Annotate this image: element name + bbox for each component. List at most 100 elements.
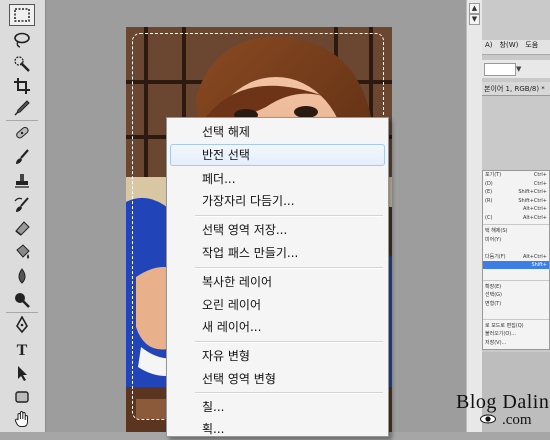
lasso-tool[interactable] — [9, 29, 35, 51]
right-menu-shortcut: Alt+Ctrl+ — [522, 214, 547, 221]
right-menu-item[interactable]: Shift+ — [483, 261, 549, 269]
context-menu-item[interactable]: 자유 변형 — [170, 345, 385, 367]
arrow-pointer-icon — [18, 366, 27, 381]
right-menu-separator — [483, 224, 549, 225]
tools-panel: T — [0, 0, 46, 432]
toolbar-separator — [6, 312, 38, 313]
eraser-icon — [15, 221, 30, 236]
blur-tool[interactable] — [9, 265, 35, 287]
path-selection-tool[interactable] — [9, 362, 35, 384]
right-menu-separator — [483, 318, 549, 320]
stamp-icon — [15, 174, 29, 188]
right-menu-label: 확장(E) — [485, 283, 502, 290]
right-menu-item[interactable]: Shift+Ctrl+ (R) — [483, 197, 549, 206]
scroll-up-icon[interactable]: ▲ — [469, 3, 480, 14]
right-menu-item[interactable]: 저장(V)... — [483, 339, 549, 348]
right-menubar: A) 창(W) 도움 — [482, 40, 550, 55]
right-menu-item[interactable]: Alt+Ctrl+ (C) — [483, 214, 549, 223]
right-menu-label: (D) — [485, 180, 493, 187]
context-menu-item[interactable]: 작업 패스 만들기... — [170, 242, 385, 264]
right-menu-item[interactable]: 변형(T) — [483, 300, 549, 309]
eye-logo-icon — [480, 414, 496, 424]
right-menu-item[interactable] — [483, 244, 549, 253]
context-menu-item[interactable]: 획... — [170, 418, 385, 440]
rectangular-marquee-tool[interactable] — [9, 4, 35, 26]
right-menu-shortcut: Alt+Ctrl+ — [522, 206, 547, 212]
right-menu-label: 로 모드로 편집(Q) — [485, 322, 524, 329]
brush-icon — [16, 149, 29, 164]
right-menu-shortcut: Alt+Ctrl+ — [522, 253, 547, 260]
right-menubar-item[interactable]: 창(W) — [500, 41, 519, 49]
right-menu-label: (C) — [485, 214, 493, 221]
right-menu-item[interactable]: Ctrl+ (D) — [483, 180, 549, 189]
quick-selection-icon — [14, 56, 30, 72]
right-menu-label: 선택(G) — [485, 292, 502, 298]
right-menu-item[interactable]: 선택(G) — [483, 291, 549, 300]
pen-icon — [16, 316, 28, 334]
eyedropper-tool[interactable] — [9, 97, 35, 119]
context-menu-item[interactable]: 복사한 레이어 — [170, 271, 385, 293]
context-menu-item[interactable]: 새 레이어... — [170, 316, 385, 338]
dodge-tool[interactable] — [9, 289, 35, 311]
right-menu-shortcut: Ctrl+ — [533, 180, 547, 187]
clone-stamp-tool[interactable] — [9, 170, 35, 192]
healing-brush-tool[interactable] — [9, 122, 35, 144]
type-tool[interactable]: T — [9, 338, 35, 360]
chevron-down-icon[interactable]: ▼ — [516, 65, 521, 73]
hand-icon — [14, 410, 28, 427]
right-menu-label: 저장(V)... — [485, 339, 507, 346]
context-menu-item[interactable]: 칠... — [170, 396, 385, 418]
bucket-icon — [16, 244, 30, 259]
pen-tool[interactable] — [9, 314, 35, 336]
right-document-tab[interactable]: 본이어 1, RGB/8) * — [482, 82, 550, 96]
shape-tool[interactable] — [9, 386, 35, 408]
right-menubar-item[interactable]: 도움 — [525, 41, 538, 49]
right-menu-item[interactable] — [483, 308, 549, 317]
menu-separator — [195, 267, 383, 269]
toolbar-separator — [6, 120, 38, 121]
right-menu-label: 택 해제(S) — [485, 228, 508, 234]
watermark-subtitle: .com — [502, 412, 532, 428]
right-menu-label: 포기(T) — [485, 172, 502, 178]
crop-tool[interactable] — [9, 75, 35, 97]
brush-tool[interactable] — [9, 146, 35, 168]
drop-icon — [18, 268, 26, 284]
right-menu-item[interactable]: Alt+Ctrl+ 다듬기(F) — [483, 253, 549, 262]
quick-selection-tool[interactable] — [9, 53, 35, 75]
right-menubar-item[interactable]: A) — [485, 41, 493, 49]
options-field[interactable] — [484, 63, 516, 76]
context-menu-item[interactable]: 선택 해제 — [170, 121, 385, 143]
right-menu-item[interactable]: 불러오기(O)... — [483, 330, 549, 339]
blog-watermark: Blog Dalin .com — [450, 388, 550, 432]
type-icon: T — [17, 342, 28, 358]
right-menu-item[interactable]: Ctrl+ 포기(T) — [483, 171, 549, 180]
menu-separator — [195, 215, 383, 217]
right-menu-item[interactable] — [483, 269, 549, 278]
right-menu-item[interactable]: 로 모드로 편집(Q) — [483, 322, 549, 331]
context-menu: 선택 해제 반전 선택 페더... 가장자리 다듬기... 선택 영역 저장... 작업 … — [166, 117, 389, 437]
right-menu-shortcut: Shift+ — [531, 262, 547, 268]
right-menu-item[interactable]: 미어(Y) — [483, 236, 549, 245]
right-menu-item[interactable]: 확장(E) — [483, 283, 549, 292]
right-window: A) 창(W) 도움 ▼ 본이어 1, RGB/8) * Ctrl+ 포기(T) Ctr… — [482, 0, 550, 432]
context-menu-item[interactable]: 반전 선택 — [170, 144, 385, 166]
eraser-tool[interactable] — [9, 217, 35, 239]
right-menu-item[interactable]: 택 해제(S) — [483, 227, 549, 236]
paint-bucket-tool[interactable] — [9, 241, 35, 263]
eyedropper-icon — [14, 100, 30, 116]
context-menu-item[interactable]: 페더... — [170, 168, 385, 190]
hand-tool[interactable] — [9, 408, 35, 430]
marquee-icon — [14, 8, 30, 22]
scroll-down-icon[interactable]: ▼ — [469, 14, 480, 25]
right-menu-item[interactable]: Alt+Ctrl+ — [483, 205, 549, 214]
right-menu-item[interactable]: Shift+Ctrl+ (E) — [483, 188, 549, 197]
menu-separator — [195, 341, 383, 343]
history-brush-tool[interactable] — [9, 194, 35, 216]
context-menu-item[interactable]: 가장자리 다듬기... — [170, 190, 385, 212]
context-menu-item[interactable]: 선택 영역 저장... — [170, 219, 385, 241]
context-menu-item[interactable]: 선택 영역 변형 — [170, 368, 385, 390]
right-menu-label: (R) — [485, 197, 493, 204]
vertical-scrollbar[interactable]: ▲ ▼ — [466, 0, 482, 432]
right-options-bar: ▼ — [482, 60, 550, 78]
context-menu-item[interactable]: 오린 레이어 — [170, 294, 385, 316]
